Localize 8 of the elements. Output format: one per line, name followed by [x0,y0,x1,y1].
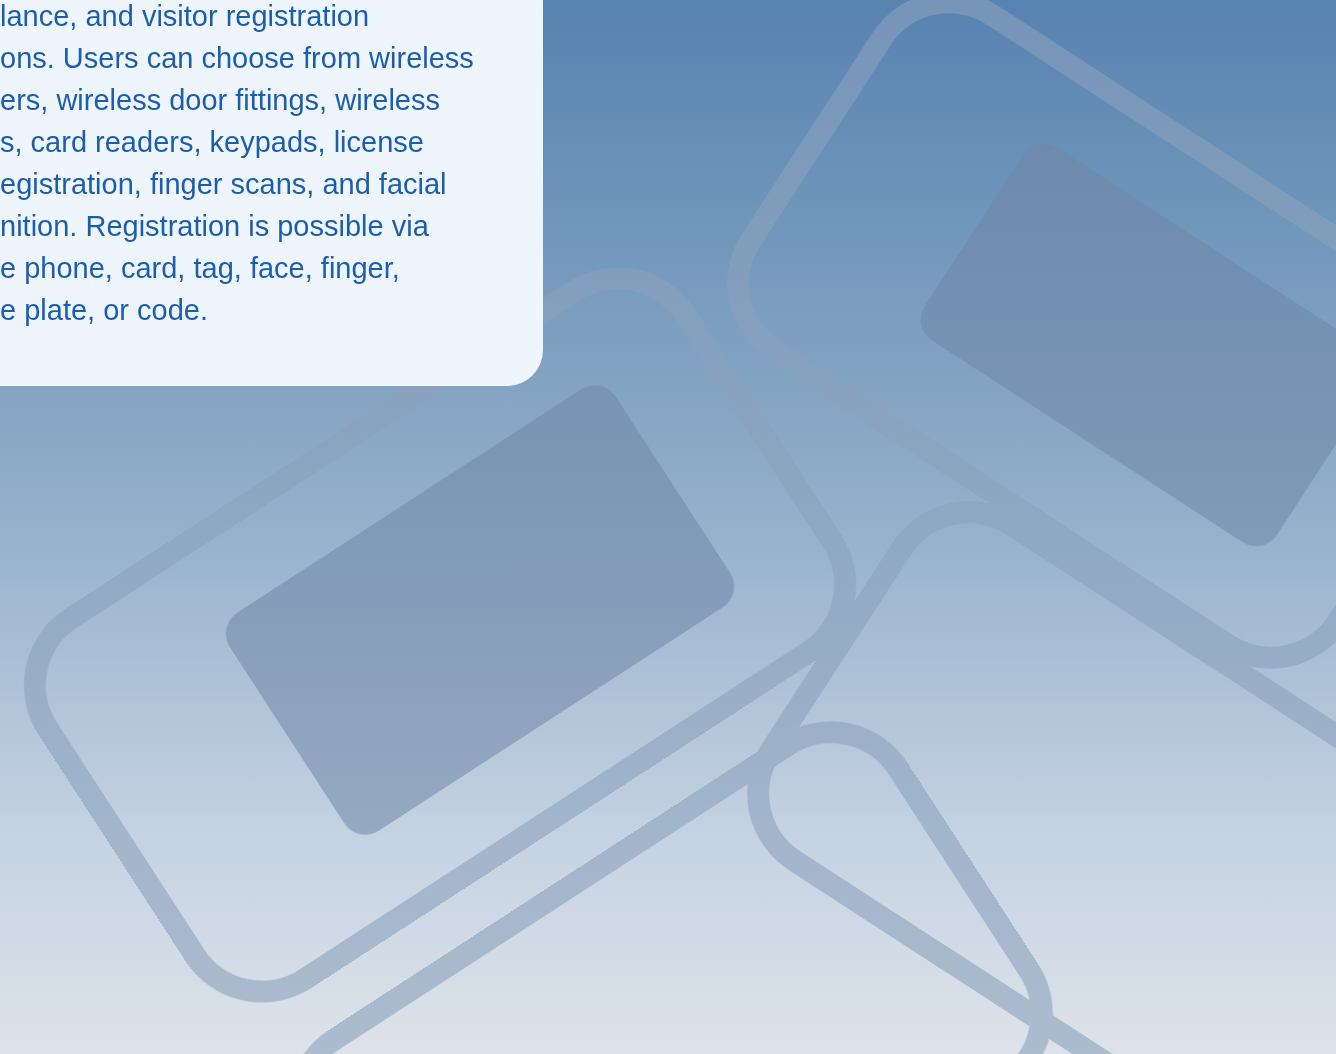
description-text-line: ons. Users can choose from wireless [0,41,474,76]
description-text-line: e plate, or code. [0,293,208,328]
description-text-line: egistration, finger scans, and facial [0,167,447,202]
description-text-line: lance, and visitor registration [0,0,370,34]
description-text-line: s, card readers, keypads, license [0,125,424,160]
description-text-line: ers, wireless door fittings, wireless [0,83,440,118]
description-text-line: nition. Registration is possible via [0,209,429,244]
description-text-line: e phone, card, tag, face, finger, [0,251,400,286]
